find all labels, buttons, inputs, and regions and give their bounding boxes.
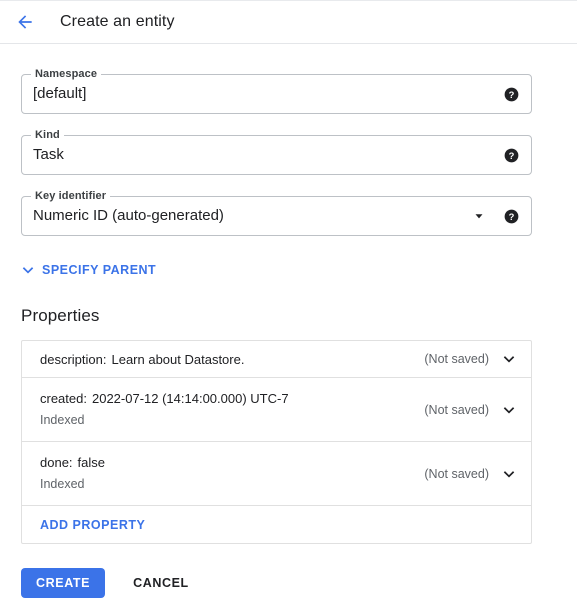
status-badge: (Not saved) [424, 402, 489, 417]
help-icon[interactable]: ? [504, 209, 519, 224]
property-content: done: false Indexed [40, 446, 424, 501]
property-value: Learn about Datastore. [111, 351, 245, 367]
property-key: done: [40, 455, 73, 470]
page-title: Create an entity [60, 13, 175, 30]
property-content: description: Learn about Datastore. [40, 343, 424, 376]
namespace-field-label: Namespace [31, 68, 102, 80]
table-row[interactable]: done: false Indexed (Not saved) [22, 442, 531, 506]
property-value: false [77, 455, 106, 470]
namespace-field[interactable]: Namespace [default] ? [21, 68, 532, 114]
property-line: created: 2022-07-12 (14:14:00.000) UTC-7 [40, 389, 424, 408]
specify-parent-toggle[interactable]: SPECIFY PARENT [20, 261, 156, 279]
key-identifier-field[interactable]: Key identifier Numeric ID (auto-generate… [21, 190, 532, 236]
arrow-left-icon [15, 12, 35, 32]
chevron-down-icon[interactable] [501, 466, 517, 482]
property-line: description: Learn about Datastore. [40, 350, 424, 369]
add-property-button[interactable]: ADD PROPERTY [40, 518, 145, 532]
help-icon[interactable]: ? [504, 148, 519, 163]
key-identifier-select-value[interactable]: Numeric ID (auto-generated) [33, 206, 472, 226]
property-key: created: [40, 391, 87, 406]
properties-card: description: Learn about Datastore. (Not … [21, 340, 532, 544]
namespace-input[interactable]: [default] [33, 84, 498, 104]
table-row[interactable]: created: 2022-07-12 (14:14:00.000) UTC-7 … [22, 378, 531, 442]
table-row[interactable]: description: Learn about Datastore. (Not … [22, 341, 531, 378]
property-value: 2022-07-12 (14:14:00.000) UTC-7 [91, 391, 289, 406]
svg-text:?: ? [509, 150, 515, 160]
page-header: Create an entity [0, 1, 577, 43]
chevron-down-icon[interactable] [501, 402, 517, 418]
chevron-down-icon[interactable] [501, 351, 517, 367]
kind-input[interactable]: Task [33, 145, 498, 165]
cancel-button[interactable]: CANCEL [125, 568, 197, 598]
svg-text:?: ? [509, 211, 515, 221]
property-line: done: false [40, 453, 424, 472]
properties-section-title: Properties [21, 306, 100, 325]
back-button[interactable] [8, 5, 42, 39]
add-property-row[interactable]: ADD PROPERTY [22, 506, 531, 543]
svg-text:?: ? [509, 89, 515, 99]
kind-field[interactable]: Kind Task ? [21, 129, 532, 175]
kind-field-label: Kind [31, 129, 64, 141]
property-index-status: Indexed [40, 413, 85, 427]
header-divider [0, 43, 577, 44]
help-icon[interactable]: ? [504, 87, 519, 102]
key-identifier-field-label: Key identifier [31, 190, 111, 202]
chevron-down-icon [20, 262, 36, 278]
property-index-status: Indexed [40, 477, 85, 491]
property-key: description: [40, 351, 107, 367]
specify-parent-label: SPECIFY PARENT [42, 263, 157, 277]
create-button[interactable]: CREATE [21, 568, 106, 598]
action-bar: CREATE CANCEL [21, 568, 197, 598]
chevron-down-icon[interactable] [472, 209, 486, 223]
status-badge: (Not saved) [424, 466, 489, 481]
property-content: created: 2022-07-12 (14:14:00.000) UTC-7 … [40, 382, 424, 437]
status-badge: (Not saved) [424, 352, 489, 366]
